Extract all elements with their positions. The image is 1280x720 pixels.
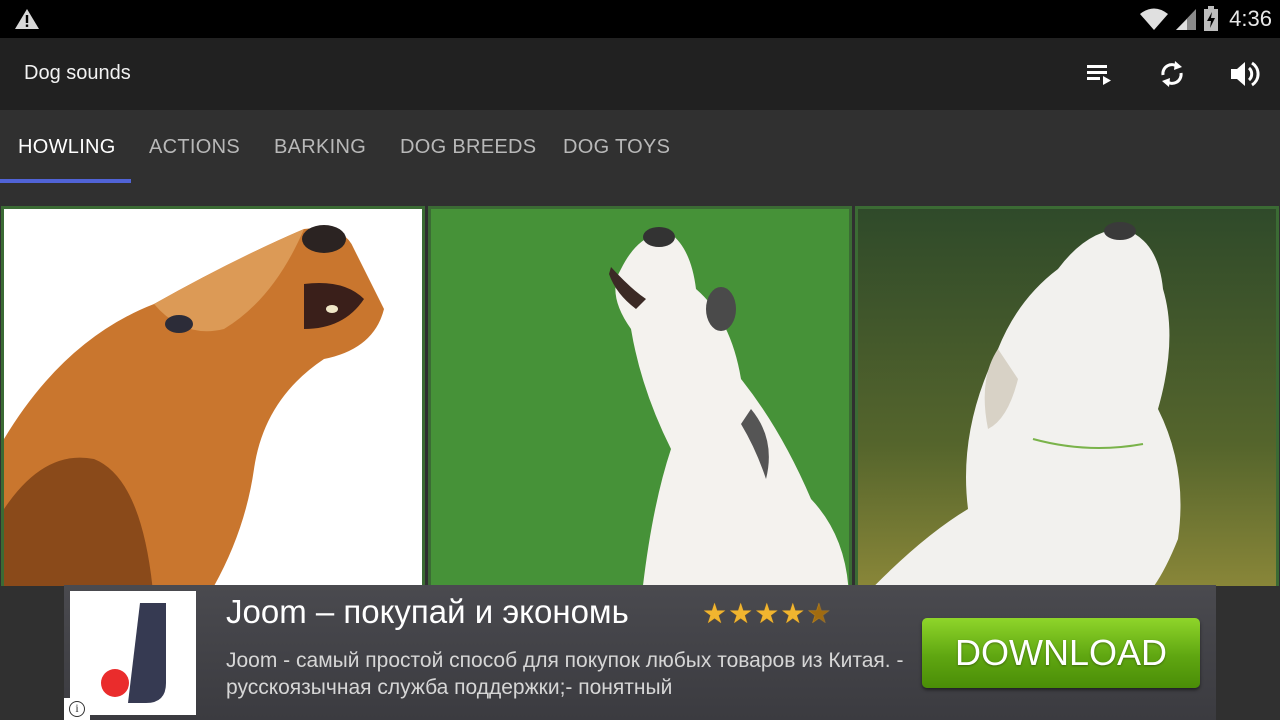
sound-card[interactable] [855, 206, 1279, 586]
ad-headline: Joom – покупай и экономь [226, 593, 629, 630]
battery-charging-icon [1204, 6, 1219, 31]
tab-dog-breeds[interactable]: DOG BREEDS [400, 110, 536, 184]
howling-dog-image [431, 209, 849, 586]
tab-indicator [0, 179, 131, 183]
volume-icon [1231, 61, 1260, 87]
wifi-icon [1140, 8, 1169, 30]
app-bar: Dog sounds [0, 38, 1280, 110]
tab-dog-toys[interactable]: DOG TOYS [563, 110, 670, 184]
sound-card[interactable] [1, 206, 425, 586]
clock: 4:36 [1229, 6, 1272, 31]
volume-button[interactable] [1227, 56, 1263, 92]
tab-actions[interactable]: ACTIONS [149, 110, 240, 184]
tab-howling[interactable]: HOWLING [18, 110, 116, 184]
sound-grid [0, 206, 1280, 586]
warning-icon [15, 9, 39, 29]
sound-card[interactable] [428, 206, 852, 586]
signal-icon [1176, 9, 1197, 30]
repeat-icon [1161, 61, 1183, 87]
repeat-button[interactable] [1154, 56, 1190, 92]
status-bar: 4:36 [0, 0, 1280, 38]
app-title: Dog sounds [24, 62, 131, 84]
ad-description: Joom - самый простой способ для покупок … [226, 649, 904, 699]
tab-barking[interactable]: BARKING [274, 110, 366, 184]
howling-dog-image [858, 209, 1276, 586]
download-button[interactable]: DOWNLOAD [922, 618, 1200, 688]
joom-logo [70, 591, 196, 715]
playlist-button[interactable] [1081, 56, 1117, 92]
playlist-icon [1087, 65, 1111, 85]
category-tabs: HOWLING ACTIONS BARKING DOG BREEDS DOG T… [0, 110, 1280, 184]
ad-info-icon[interactable]: i [64, 698, 90, 720]
ad-rating-stars: ★★★★★ [702, 598, 833, 629]
ad-banner[interactable]: i Joom – покупай и экономь ★★★★★ Joom - … [64, 585, 1216, 720]
howling-dog-image [4, 209, 422, 586]
